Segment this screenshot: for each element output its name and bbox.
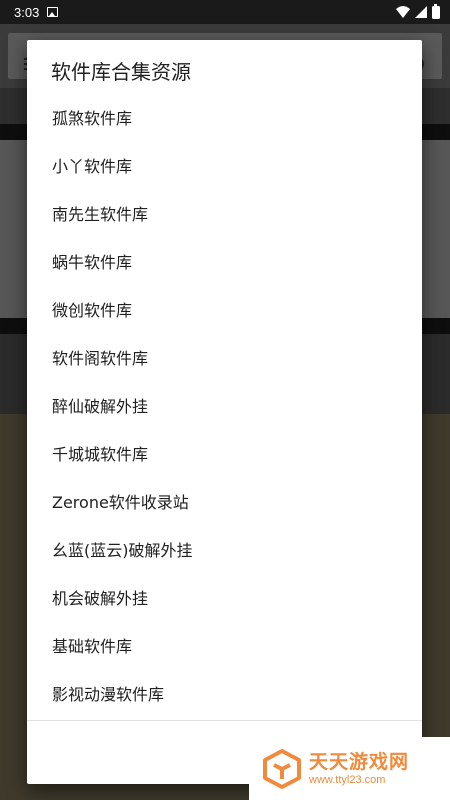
list-item[interactable]: 蜗牛软件库 (27, 237, 422, 285)
watermark: 天天游戏网 www.ttyl23.com (249, 737, 450, 800)
list-item[interactable]: 醉仙破解外挂 (27, 381, 422, 429)
watermark-url: www.ttyl23.com (309, 773, 386, 786)
list-item[interactable]: 幺蓝(蓝云)破解外挂 (27, 525, 422, 573)
list-item[interactable]: 千城城软件库 (27, 429, 422, 477)
image-notification-icon (47, 7, 59, 17)
cube-logo-icon (263, 748, 301, 789)
watermark-name: 天天游戏网 (309, 750, 410, 773)
status-time: 3:03 (14, 4, 40, 20)
list-item[interactable]: Zerone软件收录站 (27, 477, 422, 525)
list-item[interactable]: 影视动漫软件库 (27, 669, 422, 717)
signal-icon (415, 6, 427, 18)
list-item[interactable]: 南先生软件库 (27, 189, 422, 237)
dialog-divider (27, 720, 422, 721)
list-item[interactable]: 基础软件库 (27, 621, 422, 669)
battery-icon (432, 3, 440, 19)
watermark-text: 天天游戏网 www.ttyl23.com (309, 751, 409, 787)
list-item[interactable]: 软件阁软件库 (27, 333, 422, 381)
wifi-icon (396, 6, 410, 18)
dialog-title: 软件库合集资源 (51, 60, 191, 84)
list-item[interactable]: 微创软件库 (27, 285, 422, 333)
list-item[interactable]: 孤煞软件库 (27, 93, 422, 141)
list-item[interactable]: 小丫软件库 (27, 141, 422, 189)
status-bar: 3:03 (0, 0, 450, 24)
resource-list-dialog: 软件库合集资源 孤煞软件库 小丫软件库 南先生软件库 蜗牛软件库 微创软件库 软… (27, 40, 422, 784)
list-item[interactable]: 机会破解外挂 (27, 573, 422, 621)
status-icons (396, 3, 440, 19)
dialog-list: 孤煞软件库 小丫软件库 南先生软件库 蜗牛软件库 微创软件库 软件阁软件库 醉仙… (27, 93, 422, 717)
